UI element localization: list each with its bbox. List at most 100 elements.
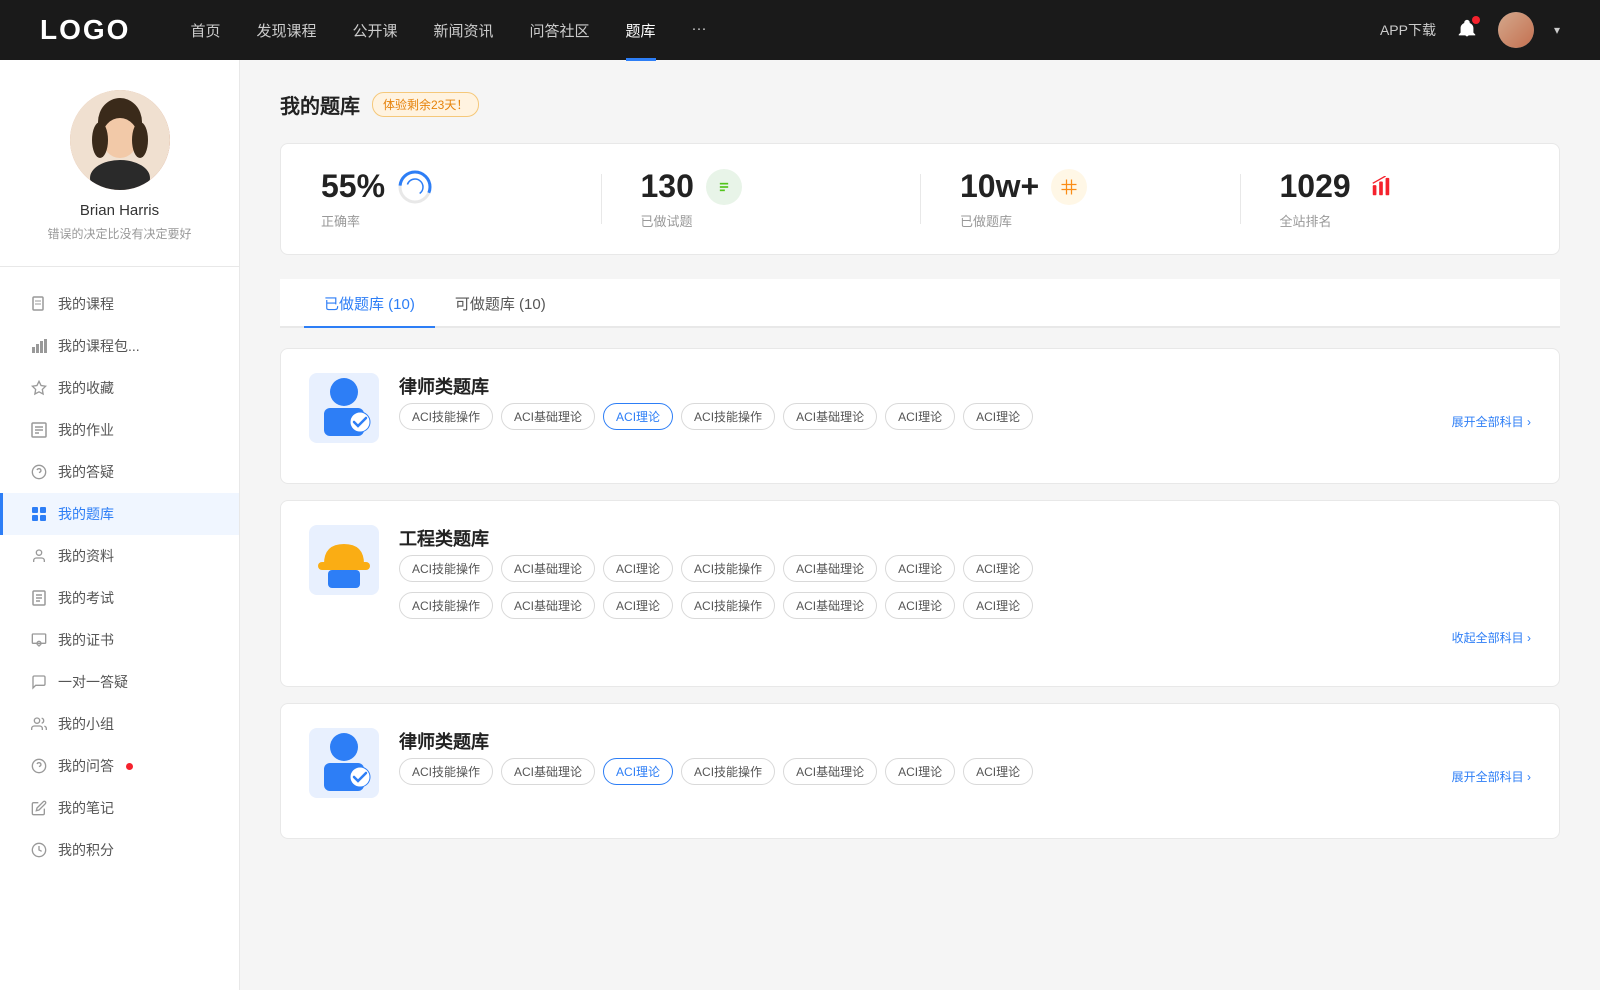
tag-eng-r2-2[interactable]: ACI理论 (603, 592, 673, 619)
tag-lawyer2-6[interactable]: ACI理论 (963, 758, 1033, 785)
qbank-card-lawyer2-content: 律师类题库 ACI技能操作 ACI基础理论 ACI理论 ACI技能操作 ACI基… (399, 728, 1531, 785)
pie-chart-icon (397, 169, 433, 205)
person-check2-icon (314, 731, 374, 796)
sidebar-item-courses[interactable]: 我的课程 (0, 283, 239, 325)
stat-accuracy-value-row: 55% (321, 168, 433, 205)
tag-lawyer2-1[interactable]: ACI基础理论 (501, 758, 595, 785)
tag-lawyer-5[interactable]: ACI理论 (885, 403, 955, 430)
tag-eng-r1-6[interactable]: ACI理论 (963, 555, 1033, 582)
tag-eng-r1-1[interactable]: ACI基础理论 (501, 555, 595, 582)
tab-available-banks[interactable]: 可做题库 (10) (435, 279, 566, 328)
top-navigation: LOGO 首页 发现课程 公开课 新闻资讯 问答社区 题库 ··· APP下载 … (0, 0, 1600, 60)
nav-home[interactable]: 首页 (190, 20, 220, 41)
tab-done-banks[interactable]: 已做题库 (10) (304, 279, 435, 328)
sidebar-item-certs[interactable]: 我的证书 (0, 619, 239, 661)
tag-eng-r1-2[interactable]: ACI理论 (603, 555, 673, 582)
file-icon (30, 295, 48, 313)
tag-eng-r1-0[interactable]: ACI技能操作 (399, 555, 493, 582)
table-svg (1059, 177, 1079, 197)
sidebar-item-homework[interactable]: 我的作业 (0, 409, 239, 451)
collapse-engineering-button[interactable]: 收起全部科目 › (1452, 629, 1531, 646)
nav-qa[interactable]: 问答社区 (530, 20, 590, 41)
stat-accuracy-value: 55% (321, 168, 385, 205)
sidebar-item-questions[interactable]: 我的答疑 (0, 451, 239, 493)
main-content: 我的题库 体验剩余23天！ 55% 正确率 (240, 60, 1600, 990)
sidebar-item-one-on-one[interactable]: 一对一答疑 (0, 661, 239, 703)
tag-eng-r2-6[interactable]: ACI理论 (963, 592, 1033, 619)
sidebar-item-course-packs[interactable]: 我的课程包... (0, 325, 239, 367)
sidebar-item-notes[interactable]: 我的笔记 (0, 787, 239, 829)
qbank-card-lawyer-header: 律师类题库 ACI技能操作 ACI基础理论 ACI理论 ACI技能操作 ACI基… (309, 373, 1531, 443)
tag-lawyer-2[interactable]: ACI理论 (603, 403, 673, 430)
stat-accuracy: 55% 正确率 (281, 168, 601, 230)
sidebar-label-favorites: 我的收藏 (58, 378, 114, 398)
tag-eng-r2-0[interactable]: ACI技能操作 (399, 592, 493, 619)
stat-banks-done-value-row: 10w+ (960, 168, 1087, 205)
chart-svg (1370, 176, 1392, 198)
tag-eng-r1-4[interactable]: ACI基础理论 (783, 555, 877, 582)
nav-news[interactable]: 新闻资讯 (434, 20, 494, 41)
expand-lawyer2-button[interactable]: 展开全部科目 › (1452, 768, 1531, 785)
profile-avatar (70, 90, 170, 190)
tag-lawyer-3[interactable]: ACI技能操作 (681, 403, 775, 430)
person-icon (30, 547, 48, 565)
stat-banks-done-value: 10w+ (960, 168, 1039, 205)
trial-badge: 体验剩余23天！ (372, 92, 479, 117)
tag-eng-r1-5[interactable]: ACI理论 (885, 555, 955, 582)
sidebar-item-my-questions[interactable]: 我的问答 (0, 745, 239, 787)
sidebar-label-one-on-one: 一对一答疑 (58, 672, 128, 692)
user-menu-chevron[interactable]: ▾ (1554, 23, 1560, 37)
page-title-bar: 我的题库 体验剩余23天！ (280, 90, 1560, 119)
tag-eng-r1-3[interactable]: ACI技能操作 (681, 555, 775, 582)
tag-lawyer2-4[interactable]: ACI基础理论 (783, 758, 877, 785)
coin-icon (30, 841, 48, 859)
tag-eng-r2-4[interactable]: ACI基础理论 (783, 592, 877, 619)
table-icon (1051, 169, 1087, 205)
qbank-card-lawyer2-header: 律师类题库 ACI技能操作 ACI基础理论 ACI理论 ACI技能操作 ACI基… (309, 728, 1531, 798)
qmark-icon (30, 757, 48, 775)
list-svg (714, 177, 734, 197)
sidebar-item-points[interactable]: 我的积分 (0, 829, 239, 871)
tag-lawyer-1[interactable]: ACI基础理论 (501, 403, 595, 430)
tag-eng-r2-5[interactable]: ACI理论 (885, 592, 955, 619)
sidebar-item-groups[interactable]: 我的小组 (0, 703, 239, 745)
qbank-card-engineering-content: 工程类题库 ACI技能操作 ACI基础理论 ACI理论 ACI技能操作 ACI基… (399, 525, 1531, 646)
expand-lawyer-button[interactable]: 展开全部科目 › (1452, 413, 1531, 430)
sidebar-item-profile-data[interactable]: 我的资料 (0, 535, 239, 577)
notification-bell[interactable] (1456, 18, 1478, 43)
tag-lawyer-6[interactable]: ACI理论 (963, 403, 1033, 430)
sidebar-label-homework: 我的作业 (58, 420, 114, 440)
notification-dot (126, 763, 133, 770)
tag-lawyer2-5[interactable]: ACI理论 (885, 758, 955, 785)
qbank-card-lawyer-title: 律师类题库 (399, 373, 1531, 399)
sidebar-item-favorites[interactable]: 我的收藏 (0, 367, 239, 409)
tag-lawyer-0[interactable]: ACI技能操作 (399, 403, 493, 430)
cert-icon (30, 631, 48, 649)
qbank-card-engineering-tags-row1: ACI技能操作 ACI基础理论 ACI理论 ACI技能操作 ACI基础理论 AC… (399, 555, 1531, 582)
nav-discover[interactable]: 发现课程 (256, 20, 316, 41)
avatar-image (1498, 12, 1534, 48)
sidebar-item-qbank[interactable]: 我的题库 (0, 493, 239, 535)
tag-lawyer2-2[interactable]: ACI理论 (603, 758, 673, 785)
qbank-card-lawyer: 律师类题库 ACI技能操作 ACI基础理论 ACI理论 ACI技能操作 ACI基… (280, 348, 1560, 484)
avatar-illustration (70, 90, 170, 190)
sidebar-item-exams[interactable]: 我的考试 (0, 577, 239, 619)
nav-links: 首页 发现课程 公开课 新闻资讯 问答社区 题库 ··· (190, 20, 1380, 41)
tag-lawyer2-0[interactable]: ACI技能操作 (399, 758, 493, 785)
qbank-card-engineering-header: 工程类题库 ACI技能操作 ACI基础理论 ACI理论 ACI技能操作 ACI基… (309, 525, 1531, 646)
tag-lawyer-4[interactable]: ACI基础理论 (783, 403, 877, 430)
sidebar: Brian Harris 错误的决定比没有决定要好 我的课程 我的课程包... (0, 60, 240, 990)
nav-more[interactable]: ··· (692, 20, 707, 41)
tag-eng-r2-1[interactable]: ACI基础理论 (501, 592, 595, 619)
tag-lawyer2-3[interactable]: ACI技能操作 (681, 758, 775, 785)
app-download-button[interactable]: APP下载 (1380, 20, 1436, 40)
tag-eng-r2-3[interactable]: ACI技能操作 (681, 592, 775, 619)
qbank-card-engineering-tags-row2: ACI技能操作 ACI基础理论 ACI理论 ACI技能操作 ACI基础理论 AC… (399, 592, 1531, 619)
stat-accuracy-label: 正确率 (321, 211, 360, 230)
sidebar-label-course-packs: 我的课程包... (58, 336, 140, 356)
user-avatar[interactable] (1498, 12, 1534, 48)
person-check-icon (314, 376, 374, 441)
sidebar-label-qbank: 我的题库 (58, 504, 114, 524)
nav-qbank[interactable]: 题库 (626, 20, 656, 41)
nav-opencourse[interactable]: 公开课 (352, 20, 397, 41)
